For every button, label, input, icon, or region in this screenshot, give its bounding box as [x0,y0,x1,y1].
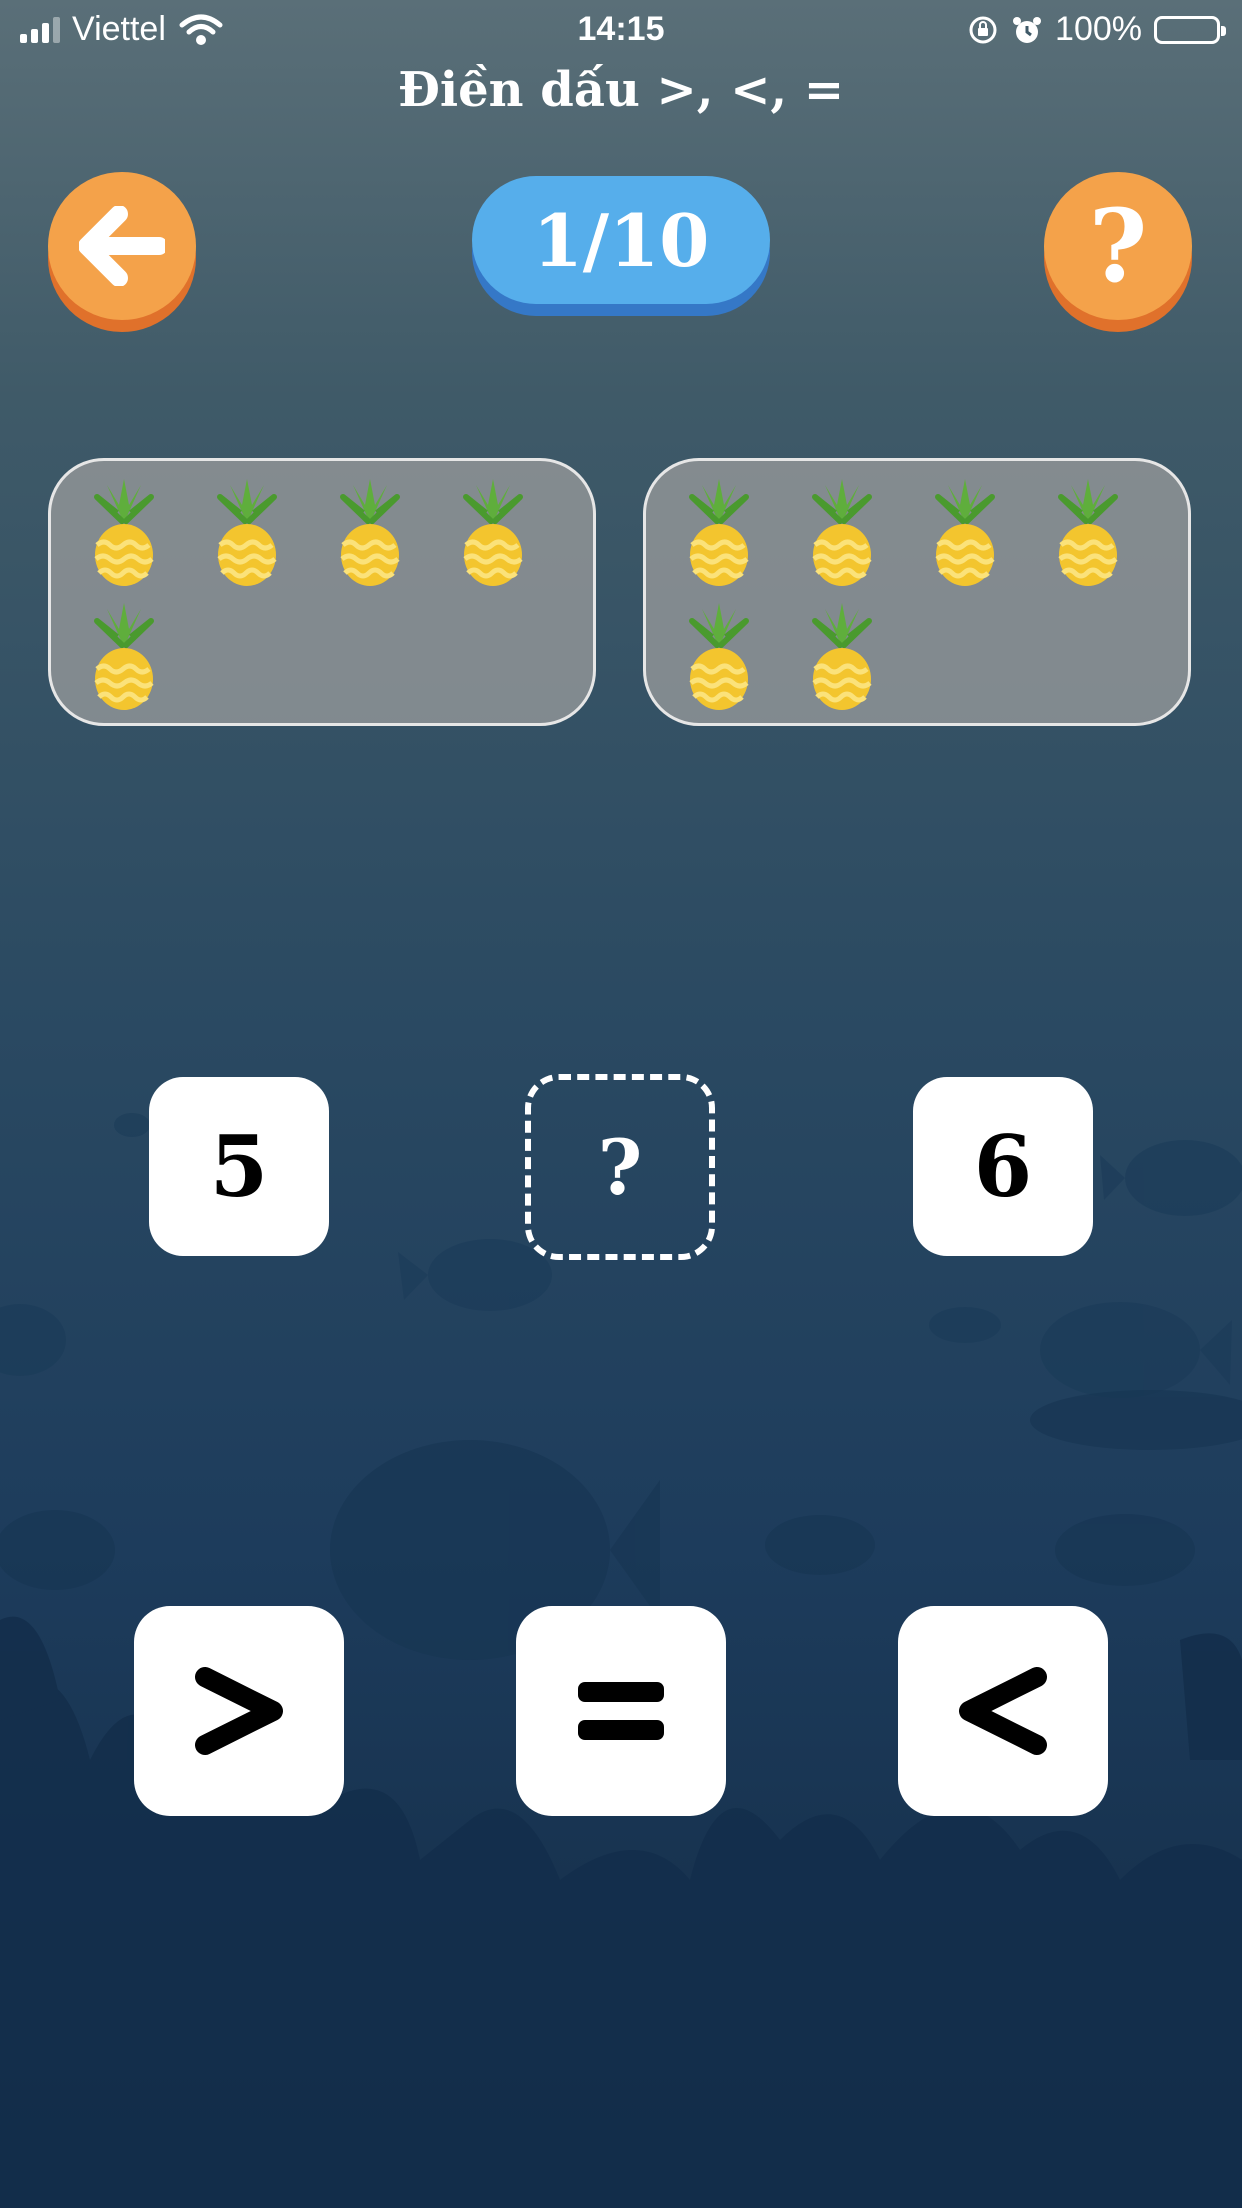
pineapple-icon [935,479,995,586]
arrow-left-icon [79,206,165,286]
status-right: 100% [967,10,1226,49]
orientation-lock-icon [969,16,997,43]
battery-percent: 100% [1055,10,1142,48]
help-button[interactable]: ? [1044,172,1192,320]
answer-slot[interactable]: ? [525,1074,715,1260]
pineapple-icon [94,479,154,586]
pineapple-icon [1058,479,1118,586]
alarm-icon [1013,16,1042,43]
pineapple-icon [689,479,749,586]
game-screen: Viettel 14:15 100% Điền dấu >, <, = 1/10… [0,0,1242,2208]
progress-indicator: 1/10 [472,176,770,304]
back-button[interactable] [48,172,196,320]
question-mark-icon: ? [1088,187,1148,305]
equals-button[interactable] [516,1606,726,1816]
pineapple-icon [812,479,872,586]
status-bar: Viettel 14:15 100% [0,0,1242,62]
pineapple-icon [217,479,277,586]
right-fruit-group [643,458,1191,726]
left-fruit-group [48,458,596,726]
less-than-icon [959,1667,1047,1755]
equals-icon [578,1682,664,1740]
page-title: Điền dấu >, <, = [397,62,845,118]
less-than-button[interactable] [898,1606,1108,1816]
right-number-card: 6 [913,1077,1093,1256]
pineapple-icon [340,479,400,586]
battery-icon [1154,15,1226,44]
pineapple-icon [812,603,872,710]
pineapple-icon [689,603,749,710]
left-number-card: 5 [149,1077,329,1256]
greater-than-button[interactable] [134,1606,344,1816]
pineapple-icon [463,479,523,586]
pineapple-icon [94,603,154,710]
greater-than-icon [195,1667,283,1755]
